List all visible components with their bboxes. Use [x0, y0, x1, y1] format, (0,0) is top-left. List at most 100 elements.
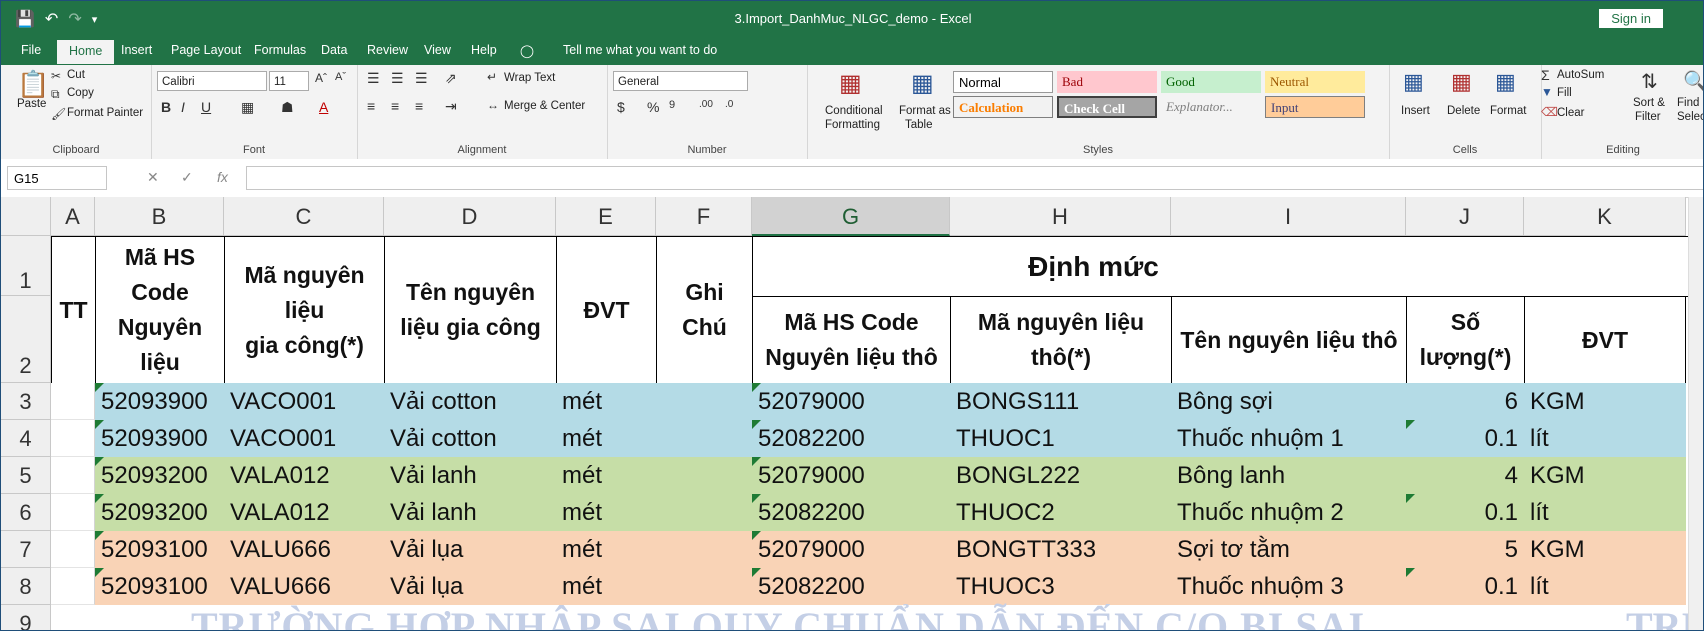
ma-nguyen-lieu-tho-cell[interactable]: BONGL222 — [950, 457, 1171, 494]
tell-me-search[interactable]: Tell me what you want to do — [563, 43, 717, 57]
row-header-3[interactable]: 3 — [1, 383, 51, 420]
font-color-icon[interactable]: A — [319, 99, 328, 115]
delete-cells-icon[interactable]: ▦ — [1451, 69, 1472, 95]
ten-nguyen-lieu-tho-cell[interactable]: Thuốc nhuộm 3 — [1171, 568, 1406, 605]
autosum-icon[interactable]: Σ — [1541, 67, 1550, 83]
hs-code-tho-cell[interactable]: 52082200 — [752, 568, 950, 605]
shrink-font-icon[interactable]: Aˇ — [335, 71, 346, 83]
format-painter-icon[interactable]: 🖌 — [51, 107, 66, 121]
dvt-cell[interactable]: mét — [556, 494, 656, 531]
select-all-corner[interactable] — [1, 197, 51, 236]
dvt-cell[interactable]: mét — [556, 531, 656, 568]
dvt-tho-cell[interactable]: lít — [1524, 568, 1686, 605]
hs-code-cell[interactable]: 52093100 — [95, 531, 224, 568]
header-so-luong[interactable]: Số lượng(*) — [1406, 296, 1525, 384]
find-select-button[interactable]: Find & — [1677, 97, 1703, 109]
dvt-tho-cell[interactable]: KGM — [1524, 383, 1686, 420]
row-header-9[interactable]: 9 — [1, 605, 51, 630]
cut-button[interactable]: Cut — [67, 69, 85, 81]
header-dvt[interactable]: ĐVT — [556, 236, 657, 384]
ma-nguyen-lieu-tho-cell[interactable]: BONGS111 — [950, 383, 1171, 420]
conditional-formatting-button[interactable]: Conditional — [825, 105, 883, 117]
conditional-formatting-button-line2[interactable]: Formatting — [825, 119, 880, 131]
header-ma-nguyen-lieu-tho[interactable]: Mã nguyên liệu thô(*) — [950, 296, 1172, 384]
underline-icon[interactable]: U — [201, 99, 211, 115]
sort-filter-button[interactable]: Sort & — [1633, 97, 1665, 109]
ten-nguyen-lieu-cell[interactable]: Vải cotton — [384, 420, 556, 457]
wrap-text-icon[interactable]: ↵ — [487, 70, 497, 84]
row-header-8[interactable]: 8 — [1, 568, 51, 605]
row-header-2[interactable]: 2 — [1, 296, 51, 383]
ghi-chu-cell[interactable] — [656, 420, 752, 457]
tab-view[interactable]: View — [424, 43, 451, 57]
format-cells-icon[interactable]: ▦ — [1495, 69, 1516, 95]
so-luong-cell[interactable]: 0.1 — [1406, 494, 1524, 531]
font-name-select[interactable]: Calibri — [157, 71, 267, 91]
header-dvt-tho[interactable]: ĐVT — [1524, 296, 1686, 384]
delete-cells-button[interactable]: Delete — [1447, 105, 1480, 117]
ma-nguyen-lieu-cell[interactable]: VACO001 — [224, 420, 384, 457]
header-ten-nguyen-lieu[interactable]: Tên nguyên liệu gia công — [384, 236, 557, 384]
hs-code-cell[interactable]: 52093200 — [95, 457, 224, 494]
so-luong-cell[interactable]: 6 — [1406, 383, 1524, 420]
tab-insert[interactable]: Insert — [121, 43, 152, 57]
dvt-cell[interactable]: mét — [556, 457, 656, 494]
dvt-tho-cell[interactable]: lít — [1524, 420, 1686, 457]
borders-icon[interactable]: ▦ — [241, 99, 254, 116]
tt-cell[interactable] — [51, 383, 95, 420]
merge-center-button[interactable]: Merge & Center — [504, 100, 585, 112]
format-cells-button[interactable]: Format — [1490, 105, 1526, 117]
ma-nguyen-lieu-cell[interactable]: VALA012 — [224, 494, 384, 531]
number-format-select[interactable]: General — [613, 71, 748, 91]
hs-code-cell[interactable]: 52093100 — [95, 568, 224, 605]
sort-filter-icon[interactable]: ⇅ — [1641, 69, 1658, 94]
ma-nguyen-lieu-cell[interactable]: VALU666 — [224, 568, 384, 605]
tab-home[interactable]: Home — [57, 40, 115, 64]
dvt-tho-cell[interactable]: KGM — [1524, 531, 1686, 568]
enter-icon[interactable]: ✓ — [181, 169, 193, 186]
so-luong-cell[interactable]: 4 — [1406, 457, 1524, 494]
dvt-cell[interactable]: mét — [556, 383, 656, 420]
name-box[interactable]: G15 — [7, 166, 107, 190]
style-check-cell[interactable]: Check Cell — [1057, 96, 1157, 118]
ma-nguyen-lieu-tho-cell[interactable]: THUOC2 — [950, 494, 1171, 531]
orientation-icon[interactable]: ⇗ — [445, 70, 457, 87]
ghi-chu-cell[interactable] — [656, 531, 752, 568]
hs-code-tho-cell[interactable]: 52079000 — [752, 383, 950, 420]
align-center-icon[interactable]: ≡ — [391, 98, 399, 114]
column-header-c[interactable]: C — [224, 197, 384, 236]
hs-code-tho-cell[interactable]: 52082200 — [752, 494, 950, 531]
align-bottom-icon[interactable]: ☰ — [415, 70, 428, 87]
style-bad[interactable]: Bad — [1057, 71, 1157, 93]
hs-code-tho-cell[interactable]: 52079000 — [752, 457, 950, 494]
clear-button[interactable]: Clear — [1557, 107, 1584, 119]
ten-nguyen-lieu-cell[interactable]: Vải cotton — [384, 383, 556, 420]
header-dinh-muc[interactable]: Định mức — [752, 236, 1703, 297]
style-good[interactable]: Good — [1161, 71, 1261, 93]
ma-nguyen-lieu-tho-cell[interactable]: THUOC3 — [950, 568, 1171, 605]
header-ma-nguyen-lieu[interactable]: Mã nguyên liệu gia công(*) — [224, 236, 385, 384]
header-tt[interactable]: TT — [51, 236, 96, 384]
ten-nguyen-lieu-cell[interactable]: Vải lụa — [384, 568, 556, 605]
so-luong-cell[interactable]: 0.1 — [1406, 420, 1524, 457]
tab-help[interactable]: Help — [471, 43, 497, 57]
conditional-formatting-icon[interactable]: ▦ — [839, 69, 862, 98]
copy-button[interactable]: Copy — [67, 87, 94, 99]
column-header-b[interactable]: B — [95, 197, 224, 236]
tt-cell[interactable] — [51, 531, 95, 568]
tab-page-layout[interactable]: Page Layout — [171, 43, 241, 57]
style-calculation[interactable]: Calculation — [953, 96, 1053, 118]
ghi-chu-cell[interactable] — [656, 457, 752, 494]
italic-icon[interactable]: I — [181, 99, 185, 115]
insert-function-icon[interactable]: fx — [217, 169, 228, 185]
style-normal[interactable]: Normal — [953, 71, 1053, 93]
format-as-table-button[interactable]: Format as — [899, 105, 951, 117]
font-size-select[interactable]: 11 — [269, 71, 309, 91]
ma-nguyen-lieu-cell[interactable]: VALA012 — [224, 457, 384, 494]
header-ghi-chu[interactable]: Ghi Chú — [656, 236, 753, 384]
ghi-chu-cell[interactable] — [656, 568, 752, 605]
paste-icon[interactable]: 📋 — [17, 69, 49, 100]
style-explanatory[interactable]: Explanator... — [1161, 96, 1261, 118]
tab-review[interactable]: Review — [367, 43, 408, 57]
ten-nguyen-lieu-tho-cell[interactable]: Bông sợi — [1171, 383, 1406, 420]
